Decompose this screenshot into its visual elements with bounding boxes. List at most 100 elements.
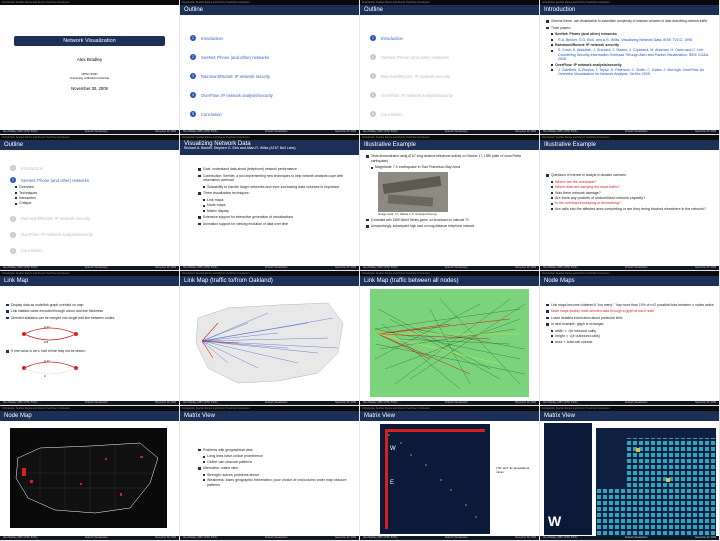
- svg-text:0.8: 0.8: [44, 340, 49, 344]
- w-label: W: [548, 512, 562, 529]
- slide-visualizing-network-data[interactable]: Introduction SeeNet Ranns and Rumor Over…: [180, 135, 360, 271]
- annotation-note: ("W" and "E" annotations mine): [496, 465, 530, 474]
- outline-item[interactable]: 4 OverFlow: IP network analysis/security: [370, 92, 534, 98]
- half-line-diagram: 0.17 0.8: [22, 325, 78, 344]
- slide-introduction[interactable]: Introduction SeeNet Ranns and Rumor Over…: [540, 0, 720, 136]
- sub-bullet: Scalability to handle larger networks an…: [198, 185, 354, 189]
- footer: Alex Bradley (UBC CPSC 533C) Network Visu…: [360, 400, 539, 405]
- sub-bullet: area ∝ total call volume: [546, 340, 714, 344]
- bullet: Extensive support for interactive genera…: [198, 215, 354, 220]
- sub-bullet: Long lines have undue prominence: [198, 454, 354, 458]
- outline-item[interactable]: 1 Introduction: [370, 35, 534, 41]
- outline-item[interactable]: 2 SeeNet: Phone (and other) networks: [370, 54, 534, 60]
- bullet: Goal: understand data about (telephone) …: [198, 167, 354, 172]
- footer: Alex Bradley (UBC CPSC 533C) Network Visu…: [540, 536, 719, 540]
- matrix-graphic: W E: [380, 423, 490, 534]
- sub-bullet: Matrix display: [198, 209, 354, 213]
- footer: Alex Bradley (UBC CPSC 533C) Network Visu…: [180, 265, 359, 270]
- cell-grid: [596, 427, 716, 536]
- slide-outline-seenet[interactable]: Introduction SeeNet Ranns and Rumor Over…: [0, 135, 180, 271]
- bullet: Alternative: matrix view: [198, 466, 354, 471]
- slide-title: Node Maps: [540, 275, 719, 286]
- sub-bullet: height ∝ √(# outbound calls): [546, 334, 714, 338]
- slide-matrix-view-1[interactable]: Introduction SeeNet Ranns and Rumor Over…: [180, 405, 360, 541]
- bullet: If one value is zero, half of line may n…: [6, 349, 174, 354]
- slide-outline-intro[interactable]: Introduction SeeNet Ranns and Rumor Over…: [360, 0, 540, 136]
- slide-title: Matrix View: [360, 410, 539, 421]
- question: Are calls into the affected area complet…: [546, 207, 714, 211]
- question: Where are the overloads?: [546, 180, 714, 184]
- outline-item[interactable]: 5 Conclusion: [190, 111, 354, 117]
- outline-item[interactable]: 3 Rainmont/Rumnt: IP network security: [190, 73, 354, 79]
- sub-bullet: Strength: solves problems above: [198, 473, 354, 477]
- slide-matrix-view-2[interactable]: Introduction SeeNet Ranns and Rumor Over…: [360, 405, 540, 541]
- bullet: Problems with geographical view:: [198, 448, 354, 453]
- slide-illustrative-1[interactable]: Introduction SeeNet Ranns and Rumor Over…: [360, 135, 540, 271]
- outline-item[interactable]: 5 Conclusion: [10, 247, 174, 254]
- footer: Alex Bradley (UBC CPSC 533C) Network Visu…: [360, 536, 539, 540]
- link-map-graphic: [374, 298, 526, 389]
- paper-2-ref: S. Conti, K. Abdullah, J. Grizzard, J. S…: [546, 48, 714, 61]
- matrix-cells: [596, 427, 716, 536]
- footer: Alex Bradley (UBC CPSC 533C) Network Visu…: [540, 265, 719, 270]
- outline-item[interactable]: 4 OverFlow: IP network analysis/security: [10, 231, 174, 238]
- slide-body: Display data as node/link graph overlaid…: [6, 301, 174, 398]
- outline-item[interactable]: 2 SeeNet: Phone (and other) networks: [10, 177, 174, 184]
- slide-outline[interactable]: Introduction SeeNet Ranns and Rumor Over…: [180, 0, 360, 136]
- footer: Alex Bradley (UBC CPSC 533C) Network Visu…: [180, 536, 359, 540]
- outline-item[interactable]: 4 OverFlow: IP network analysis/security: [190, 92, 354, 98]
- footer: Alex Bradley (UBC CPSC 533C) Network Visu…: [540, 130, 719, 135]
- slide-title: Outline: [0, 140, 179, 151]
- bullet: Three papers:: [546, 26, 714, 31]
- slide-body: Questions of interest to analyst in disa…: [546, 171, 714, 262]
- outline-sub[interactable]: Interaction: [10, 196, 174, 200]
- slide-link-map-oakland[interactable]: Introduction SeeNet Ranns and Rumor Over…: [180, 270, 360, 406]
- outline-sub[interactable]: Techniques: [10, 191, 174, 195]
- earthquake-photo: [378, 171, 448, 212]
- slide-illustrative-2[interactable]: Introduction SeeNet Ranns and Rumor Over…: [540, 135, 720, 271]
- outline-sub[interactable]: Overview: [10, 185, 174, 189]
- footer: Alex Bradley (UBC CPSC 533C) Network Visu…: [0, 400, 179, 405]
- bullet: Tests demonstrated using AT&T long dista…: [366, 154, 534, 163]
- nav-bar[interactable]: Introduction SeeNet Ranns and Rumor Over…: [0, 0, 179, 5]
- sub-bullet: Link maps: [198, 198, 354, 202]
- slide-title[interactable]: Introduction SeeNet Ranns and Rumor Over…: [0, 0, 180, 136]
- bullet: Node maps display node-oriented data thr…: [546, 309, 714, 314]
- outline-list: 1 Introduction 2 SeeNet: Phone (and other)…: [10, 153, 174, 262]
- slide-title: Visualizing Network Data Richard A. Becke…: [180, 140, 359, 156]
- outline-item[interactable]: 1 Introduction: [190, 35, 354, 41]
- bullet: General theme: use visualization to assi…: [546, 19, 714, 24]
- paper-3: OverFlow: IP network analysis/security: [546, 63, 714, 67]
- footer: Alex Bradley (UBC CPSC 533C) Network Visu…: [0, 130, 179, 135]
- sub-bullet: Weakness: loses geographic information; …: [198, 478, 354, 487]
- outline-item[interactable]: 2 SeeNet: Phone (and other) networks: [190, 54, 354, 60]
- bullet: Link statistic value encoded through col…: [6, 309, 174, 314]
- outline-item[interactable]: 3 Rainmont/Rumnt: IP network security: [370, 73, 534, 79]
- slide-link-map[interactable]: Introduction SeeNet Ranns and Rumor Over…: [0, 270, 180, 406]
- slide-matrix-view-3[interactable]: Introduction SeeNet Ranns and Rumor Over…: [540, 405, 720, 541]
- outline-item[interactable]: 1 Introduction: [10, 165, 174, 172]
- outline-sub[interactable]: Critique: [10, 201, 174, 205]
- slide-title: Link Map (traffic to/from Oakland): [180, 275, 359, 286]
- paper-1-ref: R.A. Becker, S.G. Eick, and A.R. Wilks. …: [546, 38, 714, 42]
- footer: Alex Bradley (UBC CPSC 533C) Network Visu…: [0, 536, 179, 540]
- slide-node-map[interactable]: Introduction SeeNet Ranns and Rumor Over…: [0, 405, 180, 541]
- photo-caption: (Image credit: J.K. Nakata, U.S. Geologi…: [378, 212, 438, 216]
- outline-item[interactable]: 3 Rainmont/Rumnt: IP network security: [10, 215, 174, 222]
- link-map-graphic: [195, 302, 344, 383]
- slide-link-map-all[interactable]: Introduction SeeNet Ranns and Rumor Over…: [360, 270, 540, 406]
- footer: Alex Bradley (UBC CPSC 533C) Network Visu…: [0, 265, 179, 270]
- bullet: Link maps become cluttered if "too many"…: [546, 303, 714, 308]
- question: Which links are carrying the most traffi…: [546, 185, 714, 189]
- w-label: W: [390, 446, 396, 452]
- paper-1: SeeNet: Phone (and other) networks: [546, 32, 714, 36]
- sub-bullet: width ∝ √(# inbound calls): [546, 329, 714, 333]
- footer: Alex Bradley (UBC CPSC 533C) Network Visu…: [360, 265, 539, 270]
- slide-title: Illustrative Example: [540, 140, 719, 151]
- slide-title: Matrix View: [540, 410, 719, 421]
- slide-node-maps[interactable]: Introduction SeeNet Ranns and Rumor Over…: [540, 270, 720, 406]
- slide-body: Problems with geographical view: Long li…: [198, 446, 354, 533]
- bullet: In next example, glyph is rectangle:: [546, 322, 714, 327]
- footer: Alex Bradley (UBC CPSC 533C) Network Visu…: [540, 400, 719, 405]
- outline-item[interactable]: 5 Conclusion: [370, 111, 534, 117]
